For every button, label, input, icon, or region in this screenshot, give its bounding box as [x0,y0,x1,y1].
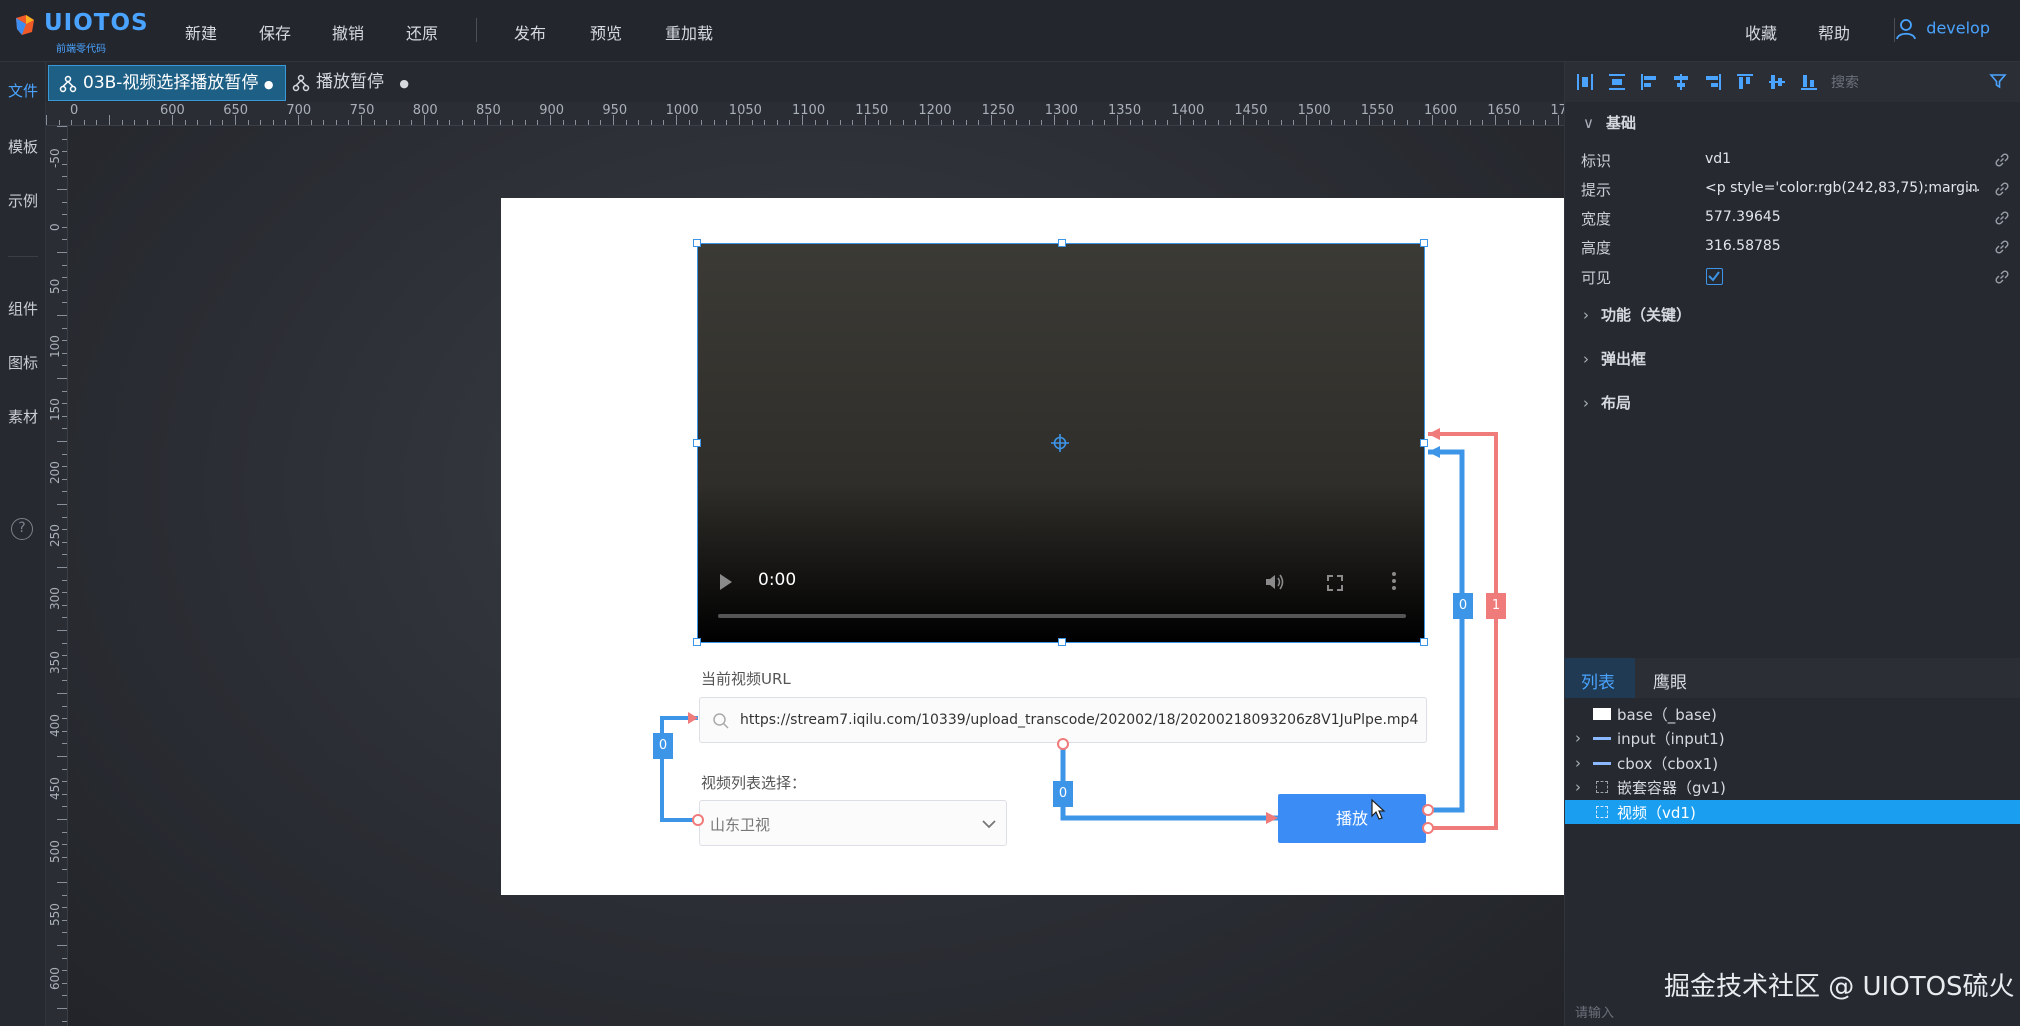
align-bottom-icon[interactable] [1799,72,1819,92]
chevron-right-icon: › [1583,306,1589,324]
chevron-right-icon[interactable]: › [1575,778,1581,796]
tree-item-label: base（_base) [1617,706,1717,724]
chevron-right-icon[interactable]: › [1575,754,1581,772]
tree-item-label: cbox（cbox1) [1617,755,1719,773]
wire-port[interactable] [692,814,704,826]
tree-item-label: input（input1) [1617,730,1725,748]
wire-badge[interactable]: 1 [1486,593,1506,619]
watermark-text: 掘金技术社区 @ UIOTOS硫火 [1664,972,2015,1002]
tree-filter-input[interactable]: 请输入 [1575,1002,1614,1021]
rectangle-icon [1593,708,1611,720]
arrow-head [1428,446,1440,458]
properties-panel: 搜索 ∨ 基础 标识 vd1 提示 <p style='color:rgb(242… [1564,62,2020,1026]
checkmark-icon [1708,271,1720,282]
link-icon[interactable] [1994,239,2010,255]
link-icon[interactable] [1994,181,2010,197]
align-distribute-h-icon[interactable] [1575,72,1595,92]
align-left-icon[interactable] [1639,72,1659,92]
wire-badge[interactable]: 0 [1453,593,1473,619]
wire-port[interactable] [1422,822,1434,834]
prop-value-height[interactable]: 316.58785 [1705,238,1781,254]
property-search-input[interactable]: 搜索 [1831,72,1859,92]
wire-badge[interactable]: 0 [653,733,673,759]
link-icon[interactable] [1994,269,2010,285]
tree-item-video[interactable]: 视频（vd1) [1565,800,2020,824]
tree-item-label: 视频（vd1) [1617,804,1696,822]
arrow-head [688,712,698,724]
link-icon[interactable] [1994,152,2010,168]
filter-icon[interactable] [1989,72,2007,90]
wire-blue-bottom [1060,744,1278,821]
align-center-h-icon[interactable] [1671,72,1691,92]
input-line-icon [1593,762,1611,765]
visible-checkbox[interactable] [1706,268,1723,285]
align-right-icon[interactable] [1703,72,1723,92]
section-popup-label: 弹出框 [1601,350,1647,368]
section-function-label: 功能（关键） [1601,306,1692,324]
arrow-head [1428,428,1440,440]
wire-port[interactable] [1057,738,1069,750]
align-middle-icon[interactable] [1767,72,1787,92]
section-basic-label: 基础 [1605,114,1636,132]
container-icon [1596,781,1608,793]
chevron-down-icon: ∨ [1583,114,1594,132]
input-line-icon [1593,737,1611,740]
tree-item-input[interactable]: › input（input1) [1565,726,2020,750]
prop-key-width: 宽度 [1581,210,1612,228]
tab-eagle-eye[interactable]: 鹰眼 [1653,668,1687,693]
prop-value-more[interactable]: ... [1967,179,1980,195]
align-toolbar: 搜索 [1565,62,2020,102]
section-popup[interactable]: › 弹出框 [1583,348,1646,369]
align-top-icon[interactable] [1735,72,1755,92]
prop-value-width[interactable]: 577.39645 [1705,209,1781,225]
prop-key-height: 高度 [1581,239,1612,257]
tree-item-label: 嵌套容器（gv1) [1617,779,1726,797]
chevron-right-icon: › [1583,350,1589,368]
prop-value-tooltip[interactable]: <p style='color:rgb(242,83,75);margin [1705,180,1978,196]
section-layout[interactable]: › 布局 [1583,392,1631,413]
prop-key-tooltip: 提示 [1581,181,1612,199]
tab-list[interactable]: 列表 [1581,668,1615,693]
tree-item-cbox[interactable]: › cbox（cbox1) [1565,751,2020,775]
prop-key-visible: 可见 [1581,269,1612,287]
section-function[interactable]: › 功能（关键） [1583,304,1691,325]
video-icon [1596,806,1608,818]
section-basic[interactable]: ∨ 基础 [1583,112,1636,133]
prop-key-id: 标识 [1581,152,1612,170]
wire-port[interactable] [1422,804,1434,816]
arrow-head [1266,812,1278,824]
prop-value-id[interactable]: vd1 [1705,151,1731,167]
align-distribute-v-icon[interactable] [1607,72,1627,92]
link-icon[interactable] [1994,210,2010,226]
section-layout-label: 布局 [1601,394,1632,412]
tree-item-base[interactable]: base（_base) [1565,702,2020,726]
chevron-right-icon[interactable]: › [1575,729,1581,747]
tree-item-container[interactable]: › 嵌套容器（gv1) [1565,775,2020,799]
wire-blue-right [1426,449,1465,813]
wire-badge[interactable]: 0 [1053,781,1073,807]
list-panel-tabs: 列表 鹰眼 [1565,658,2020,698]
chevron-right-icon: › [1583,394,1589,412]
